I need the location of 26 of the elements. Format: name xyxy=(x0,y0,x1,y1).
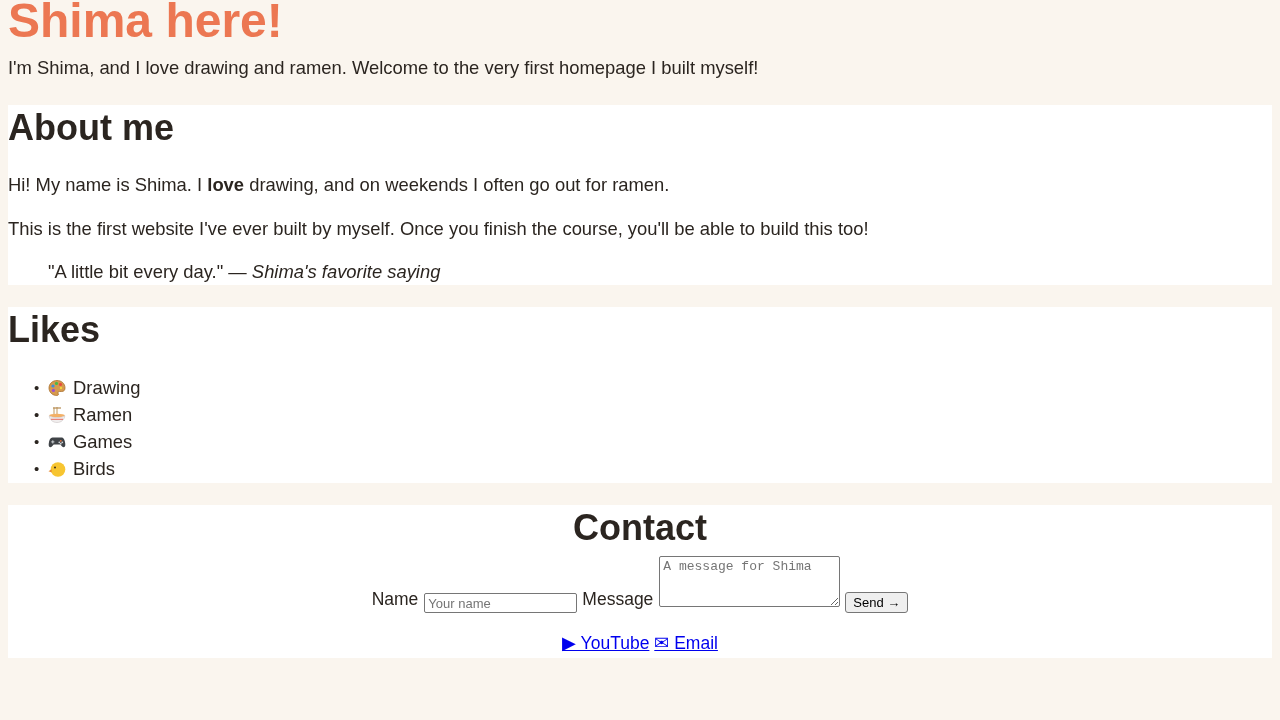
message-field[interactable]: A message for Shima xyxy=(659,556,841,607)
bullet-marker: • xyxy=(34,459,41,479)
like-label: Games xyxy=(73,430,133,454)
bullet-marker: • xyxy=(34,378,41,398)
intro-text: I'm Shima, and I love drawing and ramen. Welcome to the very first homepage I built myself! xyxy=(8,56,760,80)
email-link[interactable]: ✉ Email xyxy=(654,633,718,653)
field-label: Name xyxy=(371,588,419,611)
bullet-marker: • xyxy=(34,405,41,425)
section-heading: Likes xyxy=(8,308,102,352)
section-heading: About me xyxy=(8,106,175,150)
palette-icon xyxy=(48,378,66,397)
like-label: Ramen xyxy=(73,403,133,427)
section-heading: Contact xyxy=(572,506,708,550)
about-text: This is the first website I've ever built by myself. Once you finish the course, you'll be able to build this too! xyxy=(8,217,870,241)
like-label: Birds xyxy=(73,457,115,481)
noodle-bowl-icon xyxy=(48,405,66,424)
field-label: Message xyxy=(582,588,654,611)
name-field[interactable]: Your name xyxy=(424,593,578,613)
quote-text: "A little bit every day." — Shima's favorite saying xyxy=(47,260,442,284)
video-link[interactable]: ▶ YouTube xyxy=(562,633,650,653)
send-button[interactable]: Send → xyxy=(845,592,909,613)
page-title: Shima here! xyxy=(8,0,284,42)
bullet-marker: • xyxy=(34,432,41,452)
chick-icon xyxy=(48,459,66,478)
about-text: Hi! My name is Shima. I love drawing, and on weekends I often go out for ramen. xyxy=(8,173,671,197)
like-label: Drawing xyxy=(73,376,141,400)
